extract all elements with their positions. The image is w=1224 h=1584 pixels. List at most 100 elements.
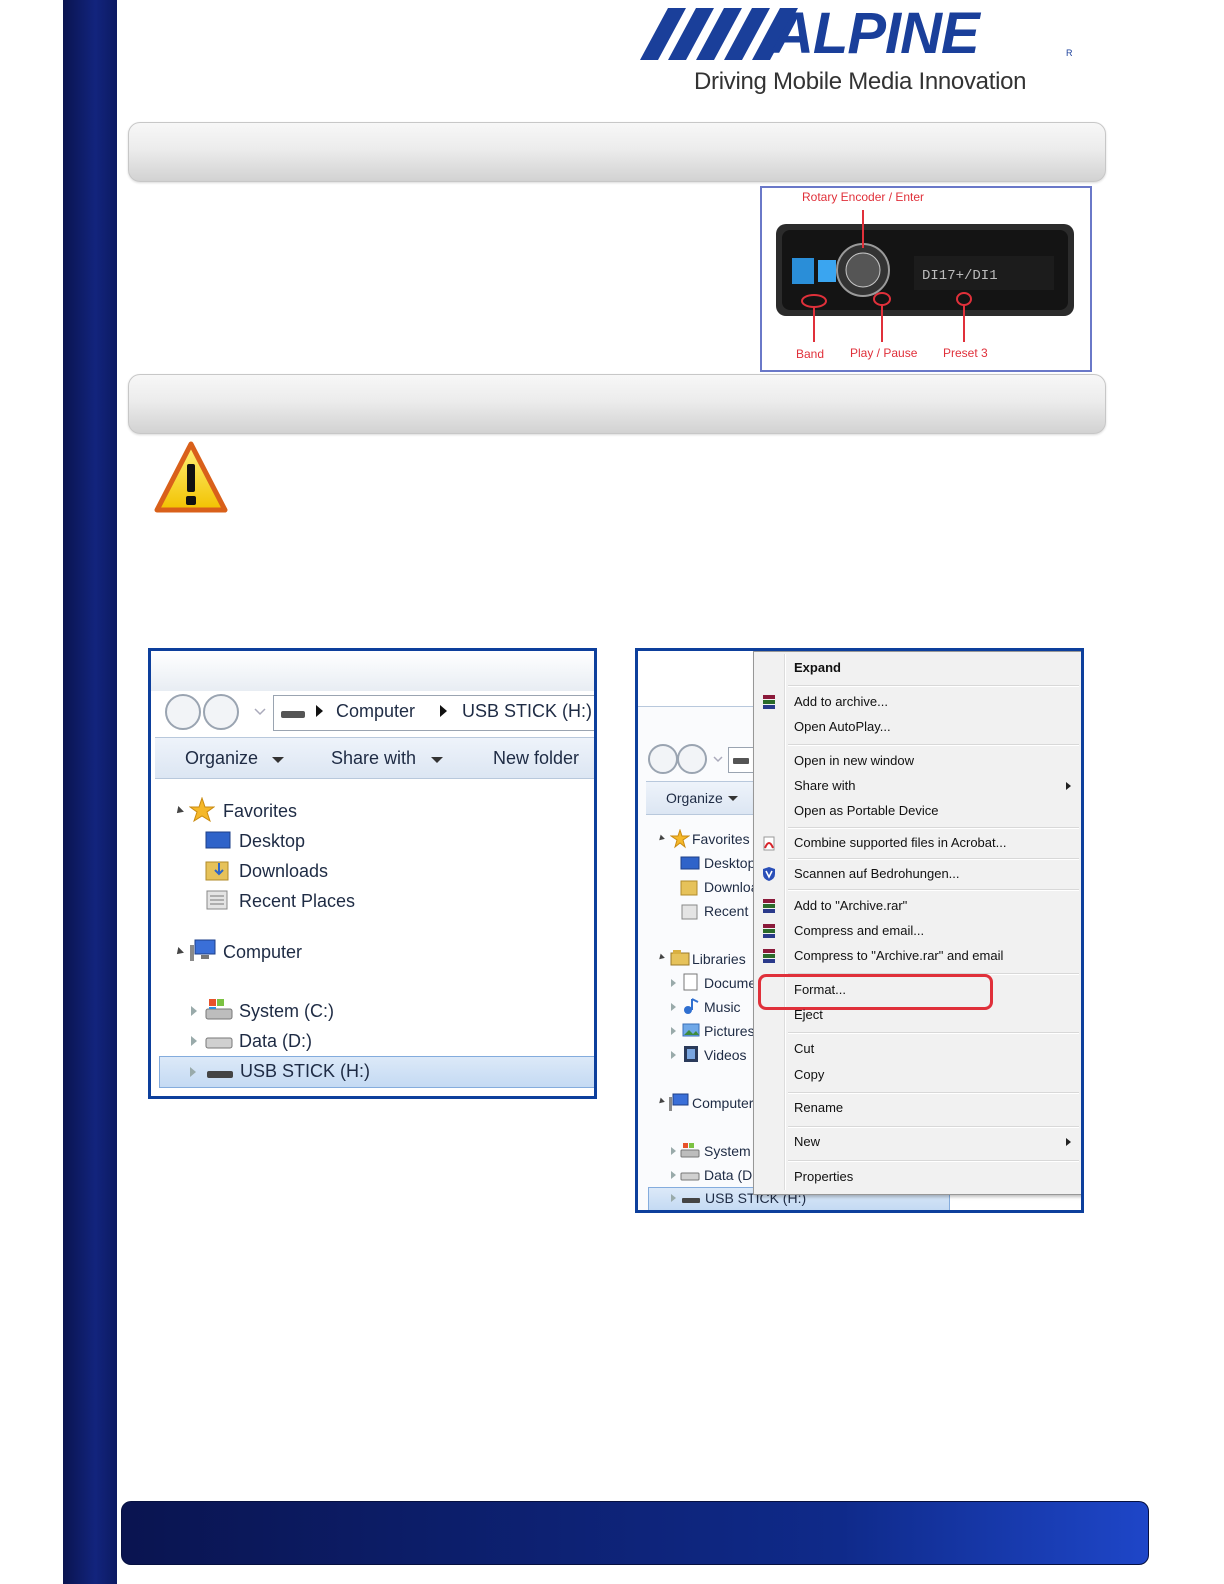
menu-eject[interactable]: Eject — [794, 1007, 823, 1022]
explorer-screenshot-right: Organize Favorites Desktop Downloa Recen… — [635, 648, 1084, 1213]
menu-cut[interactable]: Cut — [794, 1041, 814, 1056]
band-label: Band — [796, 347, 825, 361]
nav-desktop[interactable]: Desktop — [704, 855, 755, 871]
menu-properties[interactable]: Properties — [794, 1169, 853, 1184]
svg-text:DI17+/DI1: DI17+/DI1 — [922, 268, 998, 284]
breadcrumb-usb-stick[interactable]: USB STICK (H:) — [462, 701, 592, 722]
drive-icon — [733, 758, 749, 764]
computer-icon — [669, 1093, 689, 1111]
desktop-icon — [680, 856, 700, 870]
new-folder-button[interactable]: New folder — [493, 748, 579, 769]
section-header-bar-2 — [128, 374, 1106, 434]
recent-places-icon — [681, 904, 698, 920]
nav-downloads[interactable]: Downloa — [704, 879, 758, 895]
videos-icon — [684, 1046, 698, 1062]
menu-rename[interactable]: Rename — [794, 1100, 843, 1115]
drive-icon — [281, 711, 305, 718]
winrar-icon — [763, 949, 775, 963]
nav-pictures[interactable]: Pictures — [704, 1023, 755, 1039]
collapsed-arrow-icon[interactable] — [671, 979, 676, 987]
usb-drive-icon — [207, 1071, 233, 1078]
warning-icon — [154, 441, 228, 513]
back-forward-buttons[interactable] — [648, 743, 738, 775]
acrobat-icon — [763, 836, 775, 851]
nav-system-c[interactable]: System (C:) — [239, 1001, 334, 1022]
libraries-icon — [670, 950, 690, 966]
menu-new[interactable]: New — [794, 1134, 820, 1149]
computer-icon — [190, 939, 216, 961]
winrar-icon — [763, 899, 775, 913]
breadcrumb-computer[interactable]: Computer — [336, 701, 415, 722]
menu-expand[interactable]: Expand — [794, 660, 841, 675]
registered-mark: R — [1066, 48, 1073, 58]
organize-button[interactable]: Organize — [666, 790, 723, 806]
pictures-icon — [682, 1023, 700, 1037]
winrar-icon — [763, 695, 775, 709]
nav-documents[interactable]: Docume — [704, 975, 756, 991]
nav-downloads[interactable]: Downloads — [239, 861, 328, 882]
menu-share-with[interactable]: Share with — [794, 778, 855, 793]
address-bar[interactable]: Computer USB STICK (H:) — [273, 695, 594, 731]
collapsed-arrow-icon[interactable] — [671, 1147, 676, 1155]
shield-icon — [763, 867, 775, 881]
explorer-toolbar: Organize Share with New folder — [155, 737, 594, 779]
nav-computer[interactable]: Computer — [692, 1095, 753, 1111]
context-menu: Expand Add to archive... Open AutoPlay..… — [753, 651, 1081, 1195]
menu-compress-rar-email[interactable]: Compress to "Archive.rar" and email — [794, 948, 1003, 963]
share-with-button[interactable]: Share with — [331, 748, 416, 769]
preset-label: Preset 3 — [943, 346, 988, 360]
nav-favorites[interactable]: Favorites — [223, 801, 297, 822]
nav-system-c[interactable]: System ( — [704, 1143, 759, 1159]
back-forward-buttons[interactable] — [159, 693, 269, 731]
usb-drive-icon — [682, 1198, 700, 1203]
menu-copy[interactable]: Copy — [794, 1067, 824, 1082]
nav-libraries[interactable]: Libraries — [692, 951, 746, 967]
menu-open-autoplay[interactable]: Open AutoPlay... — [794, 719, 891, 734]
radio-illustration: Rotary Encoder / Enter DI17+/DI1 Band Pl… — [760, 186, 1092, 372]
organize-button[interactable]: Organize — [185, 748, 258, 769]
alpine-logo-text: ALPINE — [772, 1, 980, 66]
music-icon — [684, 998, 699, 1014]
submenu-arrow-icon — [1066, 782, 1071, 790]
menu-add-to-archive[interactable]: Add to archive... — [794, 694, 888, 709]
desktop-icon — [205, 831, 231, 849]
brand-tagline: Driving Mobile Media Innovation — [694, 68, 1027, 95]
collapsed-arrow-icon[interactable] — [671, 1171, 676, 1179]
collapsed-arrow-icon[interactable] — [191, 1036, 197, 1046]
nav-recent-places[interactable]: Recent Places — [239, 891, 355, 912]
expand-arrow-icon[interactable] — [174, 947, 184, 957]
data-drive-icon — [680, 1172, 700, 1181]
nav-data-d[interactable]: Data (D: — [704, 1167, 756, 1183]
nav-computer[interactable]: Computer — [223, 942, 302, 963]
nav-desktop[interactable]: Desktop — [239, 831, 305, 852]
menu-compress-email[interactable]: Compress and email... — [794, 923, 924, 938]
recent-places-icon — [206, 890, 228, 910]
expand-arrow-icon[interactable] — [174, 806, 184, 816]
downloads-icon — [680, 880, 698, 896]
explorer-screenshot-left: Computer USB STICK (H:) Organize Share w… — [148, 648, 597, 1099]
menu-scan-threats[interactable]: Scannen auf Bedrohungen... — [794, 866, 960, 881]
chevron-down-icon — [431, 757, 443, 763]
collapsed-arrow-icon[interactable] — [191, 1006, 197, 1016]
nav-data-d[interactable]: Data (D:) — [239, 1031, 312, 1052]
nav-videos[interactable]: Videos — [704, 1047, 747, 1063]
star-icon — [189, 797, 215, 823]
menu-combine-acrobat[interactable]: Combine supported files in Acrobat... — [794, 835, 1006, 850]
nav-music[interactable]: Music — [704, 999, 741, 1015]
collapsed-arrow-icon[interactable] — [671, 1051, 676, 1059]
nav-usb-stick[interactable]: USB STICK (H:) — [240, 1061, 370, 1082]
breadcrumb-arrow-icon — [440, 705, 447, 717]
data-drive-icon — [205, 1037, 233, 1049]
collapsed-arrow-icon[interactable] — [190, 1067, 196, 1077]
chevron-down-icon — [728, 796, 738, 801]
car-radio-image: DI17+/DI1 — [776, 210, 1074, 342]
menu-open-portable-device[interactable]: Open as Portable Device — [794, 803, 939, 818]
collapsed-arrow-icon[interactable] — [671, 1003, 676, 1011]
collapsed-arrow-icon[interactable] — [671, 1027, 676, 1035]
nav-favorites[interactable]: Favorites — [692, 831, 750, 847]
nav-usb-stick-row[interactable]: USB STICK (H:) — [159, 1056, 594, 1088]
downloads-icon — [205, 861, 229, 881]
menu-open-new-window[interactable]: Open in new window — [794, 753, 914, 768]
collapsed-arrow-icon[interactable] — [671, 1194, 676, 1202]
menu-add-to-archive-rar[interactable]: Add to "Archive.rar" — [794, 898, 907, 913]
